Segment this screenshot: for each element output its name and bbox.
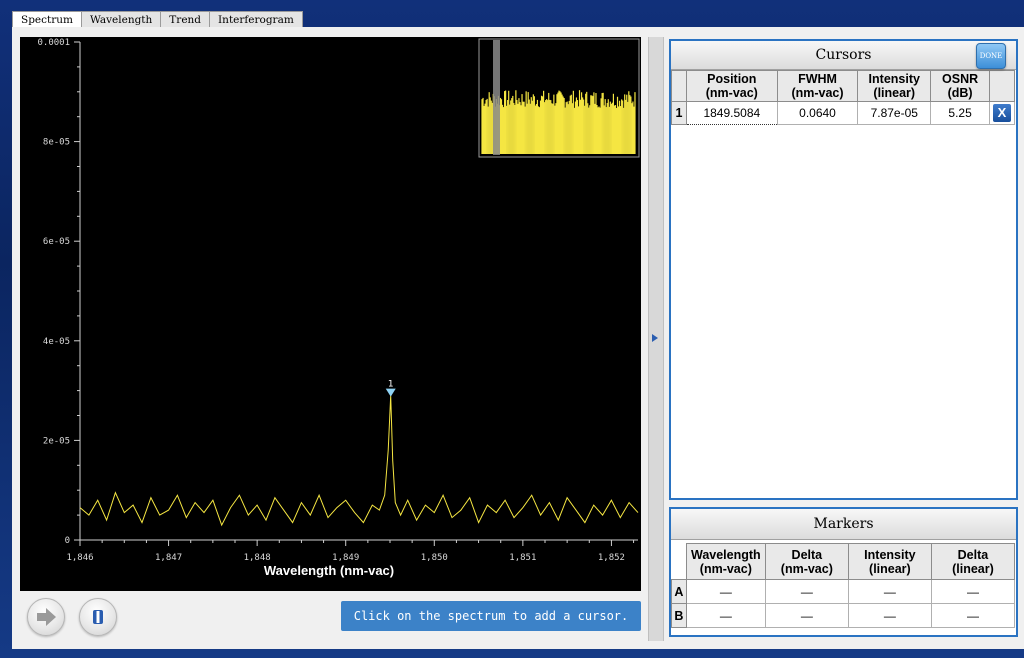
corner-cell <box>671 70 687 102</box>
marker-row-id: B <box>671 603 687 628</box>
marker-cell: — <box>930 579 1016 604</box>
markers-title: Markers <box>671 509 1016 540</box>
col-intensity: Intensity (linear) <box>857 70 932 102</box>
marker-cell: — <box>685 579 766 604</box>
col-marker-intensity: Intensity (linear) <box>847 543 932 580</box>
overview-viewport <box>493 40 500 155</box>
pause-button[interactable] <box>79 598 117 636</box>
expand-arrow-icon[interactable] <box>652 334 658 342</box>
cursor-row-id: 1 <box>671 101 687 125</box>
marker-cell: — <box>764 579 849 604</box>
cursors-title-text: Cursors <box>815 47 872 63</box>
x-tick-label: 1,852 <box>598 553 625 563</box>
col-osnr: OSNR (dB) <box>930 70 990 102</box>
marker-cell: — <box>847 579 932 604</box>
cursor-position-cell[interactable]: 1849.5084 <box>685 101 778 125</box>
x-tick-label: 1,850 <box>421 553 448 563</box>
cursor-marker-label: 1 <box>388 380 394 390</box>
marker-cell: — <box>685 603 766 628</box>
cursor-row[interactable]: 1 1849.5084 0.0640 7.87e-05 5.25 X <box>671 101 1015 125</box>
y-tick-label: 8e-05 <box>43 138 70 148</box>
marker-cell: — <box>847 603 932 628</box>
corner-cell <box>671 543 687 580</box>
y-tick-label: 0.0001 <box>37 38 70 48</box>
cursor-fwhm-cell: 0.0640 <box>776 101 859 125</box>
y-tick-label: 6e-05 <box>43 237 70 247</box>
arrow-right-icon <box>37 608 56 626</box>
y-tick-label: 0 <box>65 536 70 546</box>
markers-table: Wavelength (nm-vac) Delta (nm-vac) Intensi… <box>671 543 1016 628</box>
cursor-remove-cell: X <box>989 101 1015 125</box>
x-tick-label: 1,849 <box>332 553 359 563</box>
cursor-osnr-cell: 5.25 <box>930 101 990 125</box>
y-tick-label: 4e-05 <box>43 337 70 347</box>
cursor-intensity-cell: 7.87e-05 <box>857 101 932 125</box>
cursor-marker-icon <box>385 388 396 397</box>
spectrum-chart[interactable]: 0.0001 8e-05 6e-05 4e-05 2e-05 0 1,846 1,847 1,8… <box>20 37 641 591</box>
marker-cell: — <box>930 603 1016 628</box>
pause-icon <box>93 610 103 624</box>
cursors-title: Cursors DONE <box>671 41 1016 70</box>
done-button[interactable]: DONE <box>976 43 1006 69</box>
x-tick-label: 1,846 <box>66 553 93 563</box>
col-position: Position (nm-vac) <box>685 70 778 102</box>
cursors-table: Position (nm-vac) FWHM (nm-vac) Intensity(… <box>671 70 1015 125</box>
spectrum-trace <box>79 395 639 527</box>
spectrum-plot[interactable]: 0.0001 8e-05 6e-05 4e-05 2e-05 0 1,846 1,847 1,8… <box>20 37 641 591</box>
x-tick-label: 1,851 <box>509 553 536 563</box>
forward-button[interactable] <box>27 598 65 636</box>
col-marker-delta: Delta (nm-vac) <box>764 543 849 580</box>
add-cursor-hint: Click on the spectrum to add a cursor. <box>341 601 641 631</box>
marker-cell: — <box>764 603 849 628</box>
x-axis-label: Wavelength (nm-vac) <box>264 563 394 578</box>
x-tick-label: 1,848 <box>244 553 271 563</box>
markers-panel: Markers Wavelength (nm-vac) Delta (nm-vac)… <box>669 507 1018 637</box>
col-fwhm: FWHM (nm-vac) <box>776 70 859 102</box>
marker-row-a[interactable]: A — — — — <box>671 579 1016 604</box>
marker-row-b[interactable]: B — — — — <box>671 603 1016 628</box>
remove-cursor-button[interactable]: X <box>993 104 1011 122</box>
marker-row-id: A <box>671 579 687 604</box>
x-tick-label: 1,847 <box>155 553 182 563</box>
tab-bar: Spectrum Wavelength Trend Interferogram <box>12 11 303 30</box>
y-tick-label: 2e-05 <box>43 436 70 446</box>
col-marker-delta-linear: Delta (linear) <box>930 543 1016 580</box>
col-remove <box>989 70 1015 102</box>
panel-splitter[interactable] <box>648 37 664 641</box>
col-marker-wavelength: Wavelength (nm-vac) <box>685 543 766 580</box>
cursors-panel: Cursors DONE Position (nm-vac) FWHM (nm-va… <box>669 39 1018 500</box>
